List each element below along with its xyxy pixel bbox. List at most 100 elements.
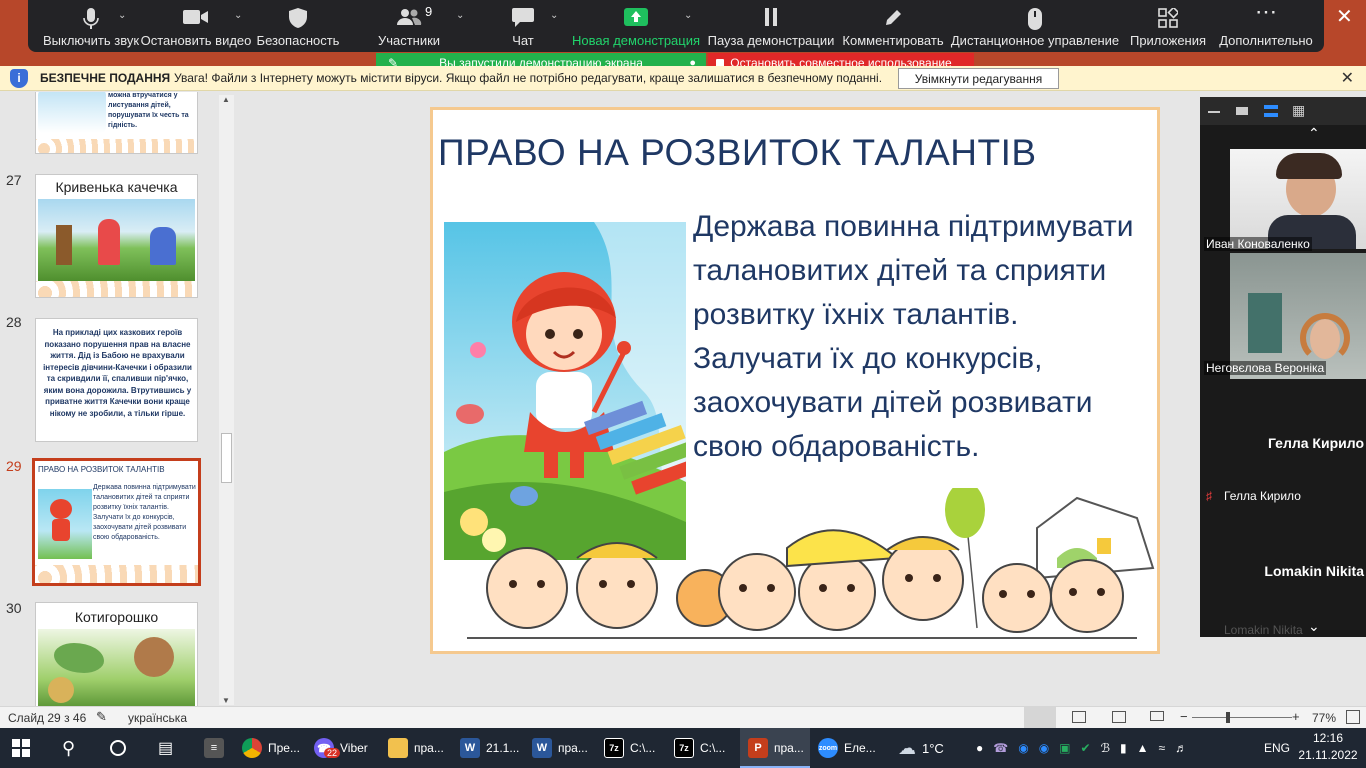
zoom-percent[interactable]: 77% — [1312, 711, 1336, 725]
microphone-icon[interactable]: ● — [976, 741, 983, 755]
close-icon[interactable]: ✕ — [1336, 4, 1353, 29]
chevron-down-icon[interactable]: ⌄ — [118, 10, 126, 21]
viber-tray-icon[interactable]: ☎ — [993, 741, 1008, 755]
zoom-small-icon[interactable]: ◉ — [1039, 741, 1049, 755]
taskbar-app-label: Еле... — [844, 741, 876, 755]
thumbnail-text: На прикладі цих казкових героїв показано… — [43, 328, 192, 418]
enable-editing-button[interactable]: Увімкнути редагування — [898, 68, 1059, 89]
taskbar-app-viber[interactable]: ☎ Viber 22 — [314, 728, 380, 768]
fit-to-window-icon[interactable] — [1346, 710, 1360, 724]
wifi-icon[interactable]: ≈ — [1159, 741, 1166, 755]
annotate-label: Комментировать — [842, 33, 944, 48]
thumbnail-kids-strip — [36, 139, 197, 153]
thumbnail-slide-29-selected[interactable]: ПРАВО НА РОЗВИТОК ТАЛАНТІВ Держава повин… — [32, 458, 201, 586]
chevron-down-icon[interactable]: ⌄ — [456, 10, 464, 21]
info-shield-icon: i — [10, 69, 28, 88]
battery-icon[interactable]: ▮ — [1120, 741, 1127, 755]
chevron-up-icon[interactable]: ⌃ — [1308, 125, 1320, 142]
slideshow-icon[interactable] — [1150, 711, 1164, 721]
strip-view-icon[interactable] — [1264, 105, 1278, 117]
chevron-down-icon[interactable]: ⌄ — [1308, 618, 1320, 635]
start-button[interactable] — [12, 728, 30, 768]
slide-sorter-icon[interactable] — [1072, 711, 1086, 723]
clock-date: 21.11.2022 — [1298, 748, 1358, 762]
thumbnail-image — [38, 629, 195, 706]
bluetooth-icon[interactable]: ℬ — [1101, 741, 1110, 755]
system-tray: ● ☎ ◉ ◉ ▣ ✔ ℬ ▮ ▲ ≈ ♬ — [976, 728, 1187, 768]
minimize-icon[interactable] — [1208, 111, 1220, 113]
annotate-button[interactable]: Комментировать — [842, 0, 944, 52]
taskbar-app-label: пра... — [558, 741, 588, 755]
apps-icon — [1158, 8, 1178, 28]
taskbar-app-explorer[interactable]: пра... — [388, 728, 452, 768]
participant-name: Lomakin Nikita — [1224, 623, 1303, 637]
security-tray-icon[interactable]: ✔ — [1081, 741, 1091, 755]
input-language[interactable]: ENG — [1264, 741, 1290, 755]
video-feed — [1230, 149, 1366, 249]
word-icon: W — [532, 738, 552, 758]
chevron-down-icon[interactable]: ⌄ — [684, 10, 692, 21]
slide-title: ПРАВО НА РОЗВИТОК ТАЛАНТІВ — [438, 132, 1037, 173]
close-icon[interactable]: ✕ — [1341, 68, 1354, 88]
cortana-icon[interactable] — [110, 728, 126, 768]
thumbnail-number: 29 — [6, 458, 22, 474]
thumbnail-slide-28[interactable]: На прикладі цих казкових героїв показано… — [35, 318, 198, 442]
new-share-button[interactable]: Новая демонстрация — [572, 0, 700, 52]
scroll-down-icon[interactable]: ▼ — [222, 696, 230, 705]
app-tray-icon[interactable]: ▣ — [1059, 741, 1070, 755]
zoom-video-gallery: ▦ ⌃ Иван Коноваленко Неговєлова Вероніка… — [1200, 97, 1366, 637]
zoom-slider-thumb[interactable] — [1226, 712, 1230, 723]
chevron-down-icon[interactable]: ⌄ — [234, 10, 242, 21]
zoom-tray-icon[interactable]: ◉ — [1018, 741, 1028, 755]
clock[interactable]: 12:16 21.11.2022 — [1298, 731, 1358, 762]
participant-tile[interactable]: Неговєлова Вероніка — [1200, 253, 1366, 381]
language-indicator[interactable]: українська — [128, 711, 187, 725]
taskbar-app-7zip[interactable]: 7z C:\... — [604, 728, 668, 768]
search-icon[interactable]: ⚲ — [62, 728, 75, 768]
reading-view-icon[interactable] — [1112, 711, 1126, 723]
stop-video-button[interactable]: Остановить видео — [141, 0, 251, 52]
participant-name: Неговєлова Вероніка — [1204, 361, 1327, 375]
mouse-icon — [1028, 8, 1042, 30]
taskbar-app-chrome[interactable]: Пре... — [242, 728, 306, 768]
speaker-view-icon[interactable] — [1236, 107, 1248, 115]
normal-view-icon[interactable] — [1024, 707, 1056, 728]
gallery-view-icon[interactable]: ▦ — [1292, 103, 1305, 117]
apps-label: Приложения — [1129, 33, 1207, 48]
taskbar-app-zoom[interactable]: zoom Еле... — [818, 728, 882, 768]
thumbnail-slide-26[interactable]: можна втручатися у листування дітей, пор… — [35, 92, 198, 154]
zoom-slider[interactable] — [1192, 717, 1292, 718]
spellcheck-icon[interactable]: ✎ — [96, 709, 107, 725]
taskbar-app-7zip[interactable]: 7z C:\... — [674, 728, 738, 768]
security-button[interactable]: Безопасность — [257, 0, 339, 52]
zoom-out-icon[interactable]: − — [1180, 709, 1188, 724]
protected-view-message: Увага! Файли з Інтернету можуть містити … — [174, 71, 883, 85]
chevron-down-icon[interactable]: ⌄ — [550, 10, 558, 21]
participant-tile[interactable]: Lomakin Nikita Lomakin Nikita ⌄ — [1200, 509, 1366, 637]
taskbar-app-word[interactable]: W 21.1... — [460, 728, 524, 768]
thumbnail-scrollbar[interactable]: ▲ ▼ — [219, 95, 234, 705]
thumbnail-slide-30[interactable]: Котигорошко — [35, 602, 198, 706]
speaker-icon[interactable]: ♬ — [1175, 741, 1187, 755]
zoom-in-icon[interactable]: + — [1292, 709, 1300, 724]
thumbnail-slide-27[interactable]: Кривенька качечка — [35, 174, 198, 298]
scrollbar-thumb[interactable] — [221, 433, 232, 483]
participants-icon — [397, 9, 422, 25]
task-view-icon[interactable]: ▤ — [158, 728, 173, 768]
weather-widget[interactable]: ☁ 1°C — [898, 728, 944, 768]
remote-control-button[interactable]: Дистанционное управление — [951, 0, 1119, 52]
calculator-icon[interactable]: ≡ — [204, 728, 224, 768]
notification-badge: 22 — [324, 748, 341, 758]
participants-label: Участники — [377, 33, 441, 48]
participant-tile[interactable]: Гелла Кирило ♯ Гелла Кирило — [1200, 381, 1366, 509]
apps-button[interactable]: Приложения — [1128, 0, 1208, 52]
network-icon[interactable]: ▲ — [1137, 741, 1149, 755]
scroll-up-icon[interactable]: ▲ — [222, 95, 230, 104]
chat-button[interactable]: Чат — [503, 0, 543, 52]
pause-share-button[interactable]: Пауза демонстрации — [708, 0, 834, 52]
taskbar-app-powerpoint-active[interactable]: P пра... — [740, 728, 810, 768]
taskbar-app-word[interactable]: W пра... — [532, 728, 596, 768]
mute-button[interactable]: Выключить звук — [36, 0, 146, 52]
more-button[interactable]: ⋯ Дополнительно — [1218, 0, 1314, 52]
pause-share-label: Пауза демонстрации — [707, 33, 835, 48]
